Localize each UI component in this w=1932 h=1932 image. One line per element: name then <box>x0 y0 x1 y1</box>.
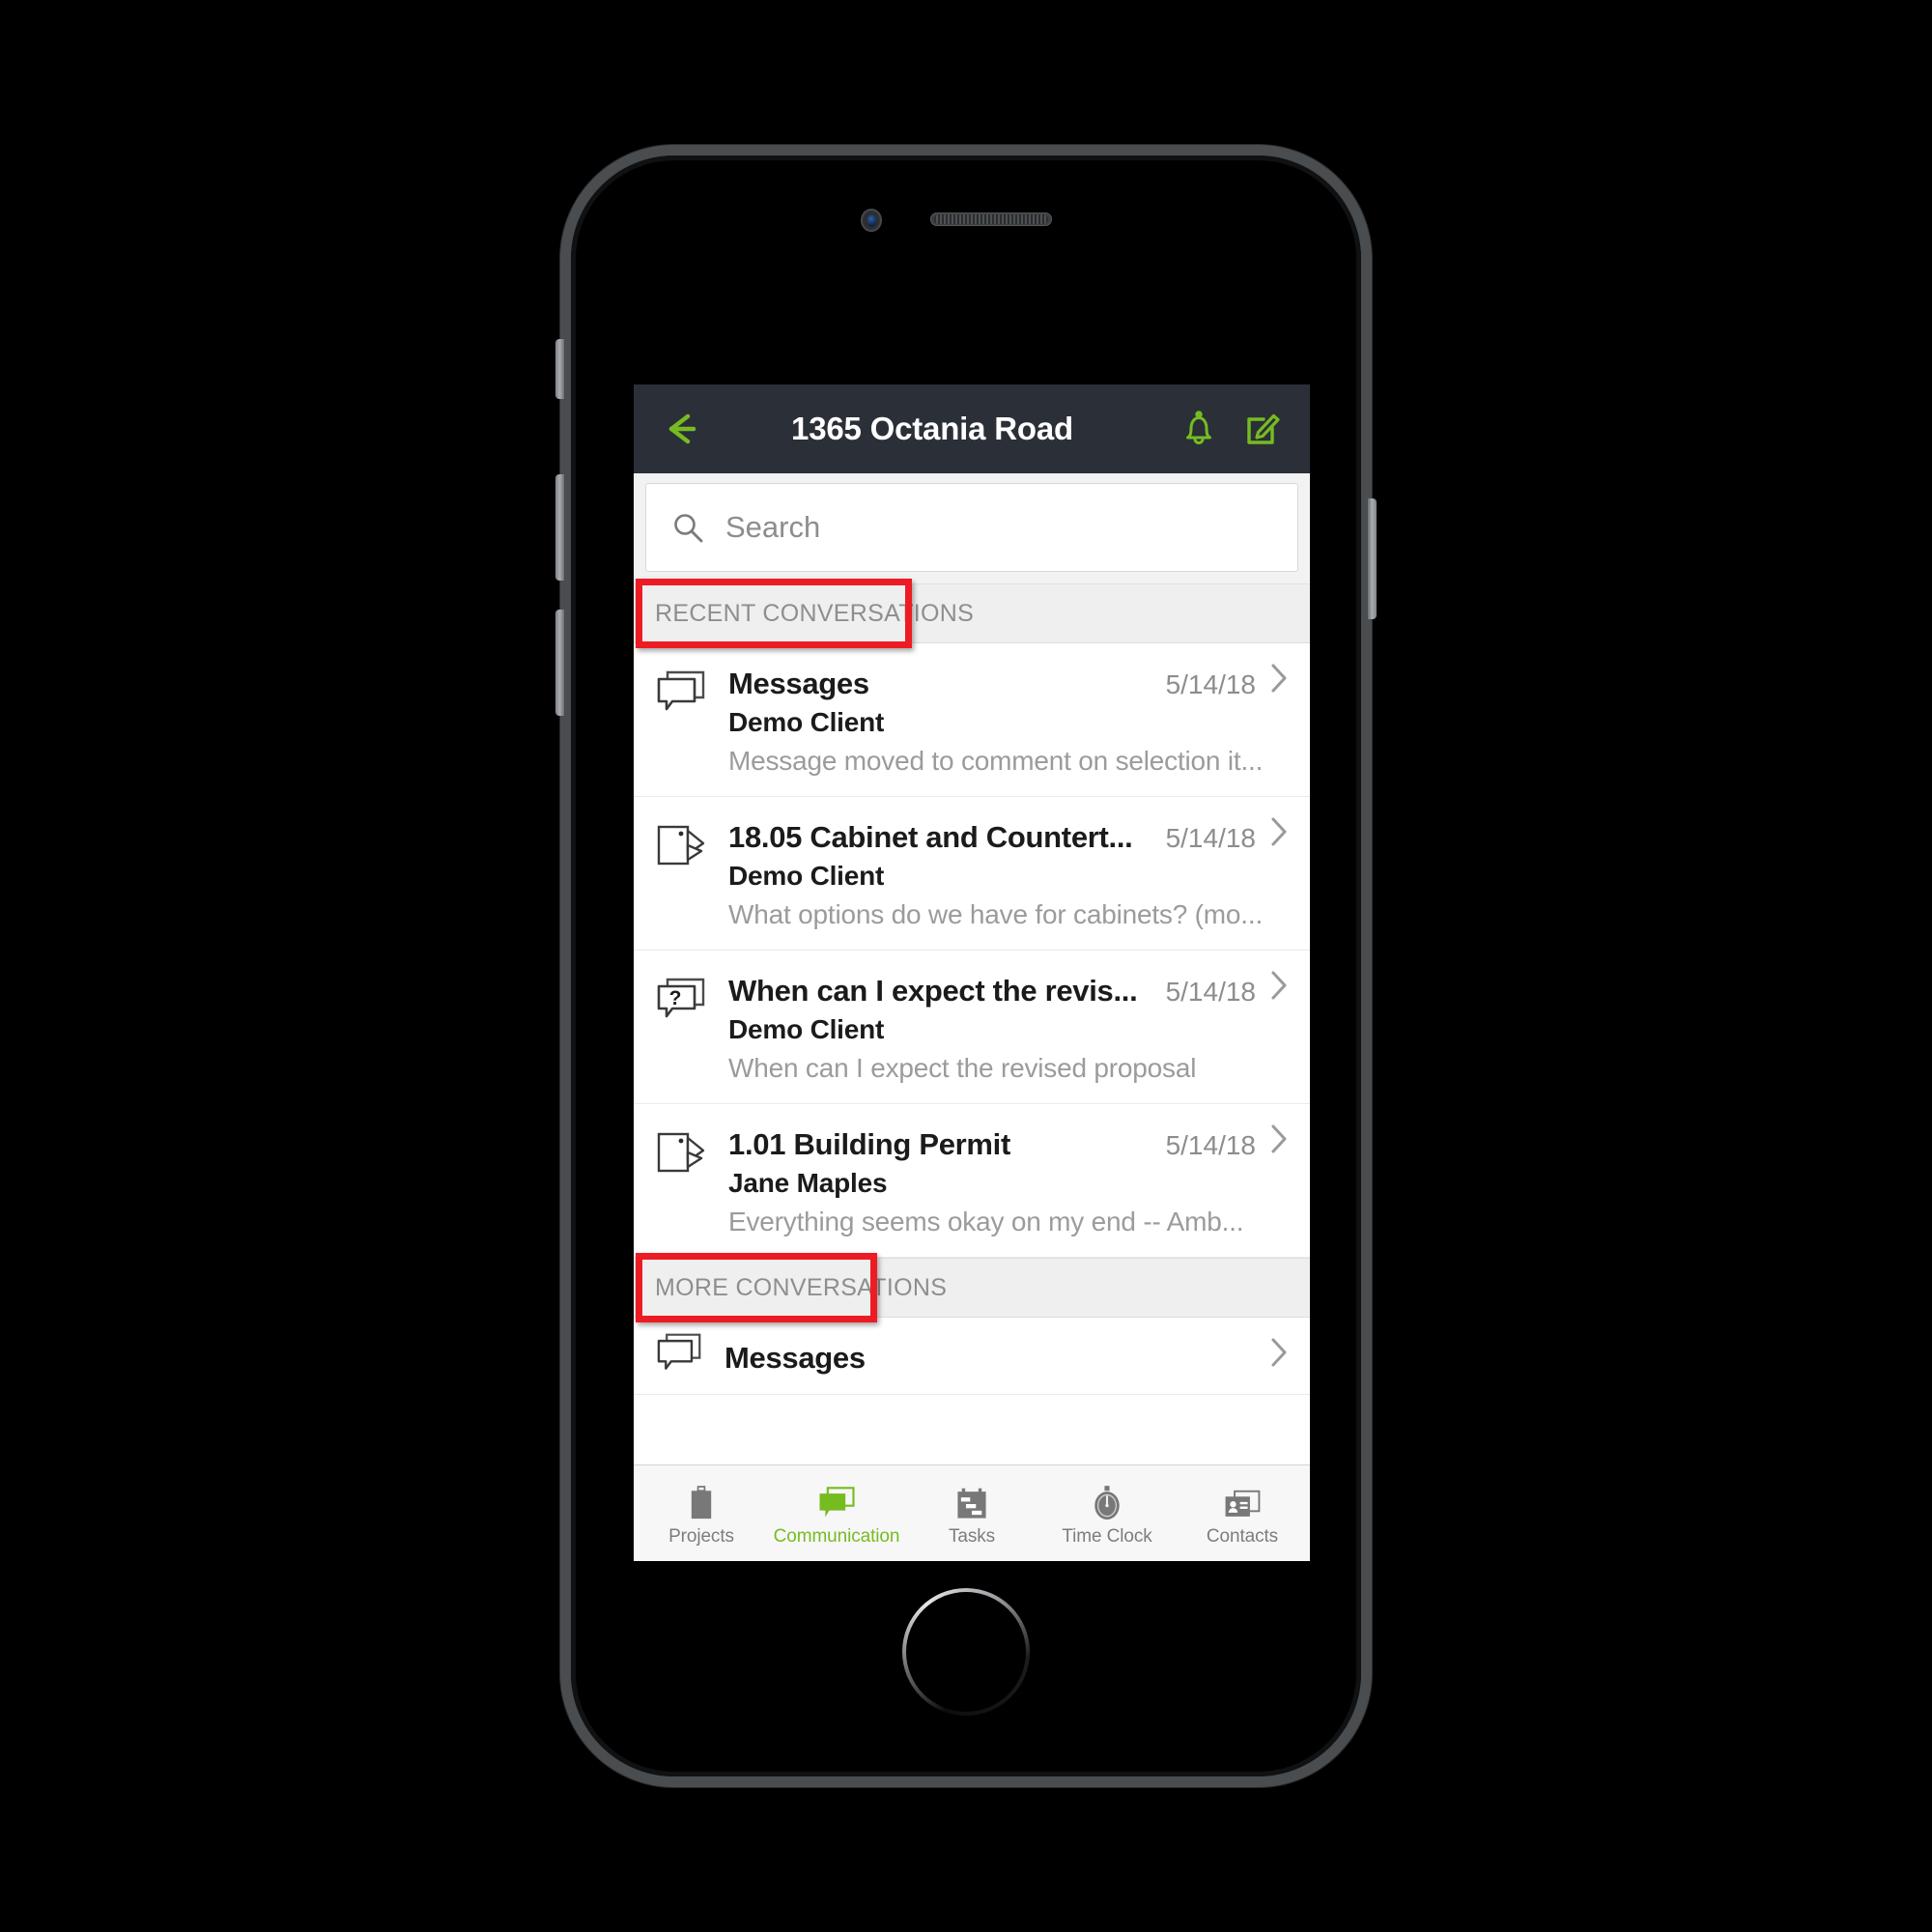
home-button[interactable] <box>902 1588 1030 1716</box>
conversation-title-row: Messages 5/14/18 <box>728 663 1289 701</box>
conversation-row[interactable]: Messages <box>634 1318 1310 1395</box>
conversation-row[interactable]: 1.01 Building Permit 5/14/18 Jane Maples… <box>634 1104 1310 1258</box>
conversation-sender: Jane Maples <box>728 1168 888 1198</box>
tab-label: Communication <box>773 1525 900 1547</box>
document-pages-icon <box>655 816 715 875</box>
phone-device-frame: 1365 Octania Road Search RECENT CONVERSA… <box>555 145 1377 1787</box>
conversation-row[interactable]: ? When can I expect the revis... 5/14/18 <box>634 951 1310 1104</box>
bottom-tab-bar: Projects Communication Tasks Time Clock … <box>634 1464 1310 1561</box>
message-bubbles-filled-icon <box>817 1480 856 1522</box>
chevron-right-icon[interactable] <box>1269 663 1289 694</box>
conversation-title: Messages <box>728 667 869 700</box>
conversation-title-row: 18.05 Cabinet and Countert... 5/14/18 <box>728 816 1289 855</box>
section-header-more-conversations: MORE CONVERSATIONS <box>634 1253 1310 1322</box>
conversation-body: Messages 5/14/18 Demo Client Message mov… <box>715 663 1289 777</box>
conversation-sender: Demo Client <box>728 707 885 737</box>
tab-label: Time Clock <box>1062 1525 1152 1547</box>
tab-time-clock[interactable]: Time Clock <box>1039 1480 1175 1548</box>
volume-down-button[interactable] <box>555 610 564 716</box>
document-pages-icon <box>655 1123 715 1182</box>
search-container <box>634 473 1310 583</box>
conversation-preview: What options do we have for cabinets? (m… <box>728 899 1264 929</box>
bell-icon[interactable] <box>1177 407 1221 451</box>
search-box[interactable] <box>645 483 1298 572</box>
app-bar: 1365 Octania Road <box>634 384 1310 473</box>
section-header-recent-conversations: RECENT CONVERSATIONS <box>634 579 1310 648</box>
conversation-preview: Message moved to comment on selection it… <box>728 746 1264 776</box>
conversation-title: 1.01 Building Permit <box>728 1127 1011 1161</box>
conversation-row[interactable]: Messages 5/14/18 Demo Client Message mov… <box>634 643 1310 797</box>
tab-tasks[interactable]: Tasks <box>904 1480 1039 1548</box>
stopwatch-icon <box>1091 1480 1123 1522</box>
chevron-right-icon[interactable] <box>1269 1337 1289 1368</box>
earpiece-speaker <box>930 213 1052 226</box>
conversation-date: 5/14/18 <box>1165 977 1256 1007</box>
mute-switch[interactable] <box>555 339 564 399</box>
conversation-title-row: 1.01 Building Permit 5/14/18 <box>728 1123 1289 1162</box>
power-button[interactable] <box>1368 498 1377 619</box>
conversation-body: 18.05 Cabinet and Countert... 5/14/18 De… <box>715 816 1289 930</box>
conversation-row[interactable]: 18.05 Cabinet and Countert... 5/14/18 De… <box>634 797 1310 951</box>
conversation-date: 5/14/18 <box>1165 823 1256 853</box>
clipboard-icon <box>685 1480 718 1522</box>
conversation-sender: Demo Client <box>728 861 885 891</box>
back-arrow-icon[interactable] <box>659 407 703 451</box>
tab-label: Projects <box>668 1525 734 1547</box>
search-input[interactable] <box>725 510 1272 545</box>
screenshot-canvas: 1365 Octania Road Search RECENT CONVERSA… <box>0 0 1932 1932</box>
conversation-preview: When can I expect the revised proposal <box>728 1053 1197 1083</box>
chevron-right-icon[interactable] <box>1269 1123 1289 1154</box>
conversation-title-row: When can I expect the revis... 5/14/18 <box>728 970 1289 1009</box>
gantt-calendar-icon <box>954 1480 989 1522</box>
conversation-title-row: Messages <box>724 1337 1289 1376</box>
svg-text:?: ? <box>669 987 682 1009</box>
tab-communication[interactable]: Communication <box>769 1480 904 1548</box>
volume-up-button[interactable] <box>555 474 564 581</box>
tab-contacts[interactable]: Contacts <box>1175 1480 1310 1548</box>
tab-projects[interactable]: Projects <box>634 1480 769 1548</box>
message-bubbles-icon <box>655 663 715 722</box>
contact-card-icon <box>1224 1480 1261 1522</box>
message-bubbles-icon <box>655 1331 711 1380</box>
phone-bezel: 1365 Octania Road Search RECENT CONVERSA… <box>571 156 1361 1776</box>
chevron-right-icon[interactable] <box>1269 816 1289 847</box>
conversation-body: 1.01 Building Permit 5/14/18 Jane Maples… <box>715 1123 1289 1237</box>
conversation-title: When can I expect the revis... <box>728 974 1138 1008</box>
conversation-body: Messages <box>711 1337 1289 1376</box>
search-icon <box>671 511 704 544</box>
tab-label: Tasks <box>948 1525 996 1547</box>
section-label: RECENT CONVERSATIONS <box>655 599 975 627</box>
page-title: 1365 Octania Road <box>791 411 1073 446</box>
conversation-preview: Everything seems okay on my end -- Amb..… <box>728 1207 1244 1236</box>
conversation-body: When can I expect the revis... 5/14/18 D… <box>715 970 1289 1084</box>
compose-icon[interactable] <box>1240 407 1285 451</box>
phone-screen: 1365 Octania Road Search RECENT CONVERSA… <box>634 384 1310 1561</box>
conversation-title: 18.05 Cabinet and Countert... <box>728 820 1133 854</box>
conversation-date: 5/14/18 <box>1165 1130 1256 1160</box>
section-label: MORE CONVERSATIONS <box>655 1273 948 1301</box>
conversation-date: 5/14/18 <box>1165 669 1256 699</box>
conversation-title: Messages <box>724 1340 866 1375</box>
tab-label: Contacts <box>1206 1525 1279 1547</box>
chevron-right-icon[interactable] <box>1269 970 1289 1001</box>
front-camera-icon <box>861 209 882 232</box>
conversation-sender: Demo Client <box>728 1014 885 1044</box>
question-bubble-icon: ? <box>655 970 715 1029</box>
